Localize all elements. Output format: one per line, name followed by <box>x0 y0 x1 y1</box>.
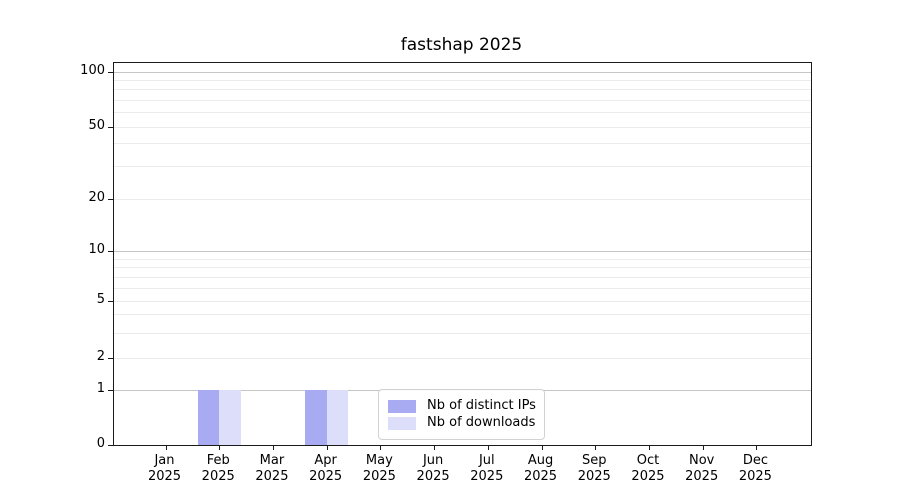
y-gridline-minor <box>114 301 811 302</box>
y-tick-label: 1 <box>45 380 105 398</box>
x-tick-mark <box>166 446 167 450</box>
legend: Nb of distinct IPsNb of downloads <box>378 389 545 440</box>
x-tick-label: Dec 2025 <box>723 453 787 485</box>
y-gridline-minor <box>114 288 811 289</box>
x-tick-mark <box>273 446 274 450</box>
y-gridline-minor <box>114 80 811 81</box>
y-tick-mark <box>108 199 113 200</box>
x-tick-mark <box>756 446 757 450</box>
x-tick-mark <box>542 446 543 450</box>
x-tick-mark <box>703 446 704 450</box>
y-tick-label: 20 <box>45 189 105 207</box>
y-gridline-minor <box>114 199 811 200</box>
bar-distinct-ips <box>198 390 220 445</box>
bar-distinct-ips <box>305 390 327 445</box>
y-gridline-minor <box>114 127 811 128</box>
y-tick-label: 0 <box>45 435 105 453</box>
y-gridline-minor <box>114 89 811 90</box>
y-tick-label: 100 <box>45 62 105 80</box>
legend-entry: Nb of downloads <box>388 415 536 431</box>
y-tick-label: 50 <box>45 117 105 135</box>
x-tick-mark <box>434 446 435 450</box>
y-gridline-minor <box>114 259 811 260</box>
y-tick-mark <box>108 251 113 252</box>
y-tick-mark <box>108 358 113 359</box>
y-gridline-minor <box>114 358 811 359</box>
y-gridline-major <box>114 72 811 73</box>
y-gridline-minor <box>114 267 811 268</box>
y-tick-label: 10 <box>45 241 105 259</box>
legend-entry: Nb of distinct IPs <box>388 398 536 414</box>
bar-downloads <box>327 390 349 445</box>
chart-figure: fastshap 2025 0125102050100 Jan 2025Feb … <box>0 0 900 500</box>
x-tick-mark <box>488 446 489 450</box>
legend-swatch-icon <box>388 417 416 430</box>
y-gridline-major <box>114 251 811 252</box>
y-tick-mark <box>108 301 113 302</box>
x-tick-mark <box>649 446 650 450</box>
y-gridline-minor <box>114 100 811 101</box>
y-gridline-minor <box>114 112 811 113</box>
y-tick-mark <box>108 390 113 391</box>
bar-downloads <box>219 390 241 445</box>
x-tick-mark <box>219 446 220 450</box>
y-gridline-minor <box>114 143 811 144</box>
legend-swatch-icon <box>388 400 416 413</box>
y-tick-mark <box>108 445 113 446</box>
y-tick-label: 2 <box>45 348 105 366</box>
chart-title: fastshap 2025 <box>113 35 810 55</box>
x-tick-mark <box>595 446 596 450</box>
x-tick-mark <box>327 446 328 450</box>
x-tick-mark <box>380 446 381 450</box>
legend-entry-label: Nb of distinct IPs <box>427 398 536 414</box>
y-tick-mark <box>108 127 113 128</box>
y-gridline-minor <box>114 333 811 334</box>
y-tick-label: 5 <box>45 291 105 309</box>
y-tick-mark <box>108 72 113 73</box>
y-gridline-minor <box>114 277 811 278</box>
legend-entry-label: Nb of downloads <box>427 415 535 431</box>
y-gridline-minor <box>114 314 811 315</box>
y-gridline-minor <box>114 166 811 167</box>
